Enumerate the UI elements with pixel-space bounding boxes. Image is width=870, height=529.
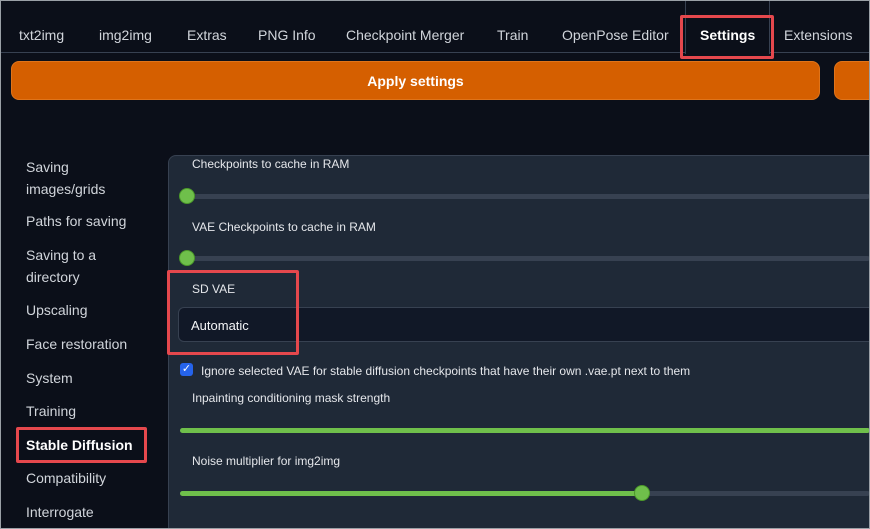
tab-png-info[interactable]: PNG Info: [258, 0, 316, 53]
tab-bar: txt2img img2img Extras PNG Info Checkpoi…: [0, 0, 870, 54]
tab-img2img[interactable]: img2img: [99, 0, 152, 53]
sidebar-item-compatibility[interactable]: Compatibility: [26, 467, 106, 489]
sidebar-item-training[interactable]: Training: [26, 400, 76, 422]
tab-extras[interactable]: Extras: [187, 0, 227, 53]
slider-thumb[interactable]: [635, 486, 649, 500]
sd-vae-dropdown[interactable]: Automatic: [178, 307, 870, 342]
tab-settings[interactable]: Settings: [685, 0, 771, 54]
slider-thumb[interactable]: [180, 251, 194, 265]
vae-checkpoints-cache-label: VAE Checkpoints to cache in RAM: [192, 220, 376, 234]
sd-vae-value: Automatic: [191, 318, 249, 333]
ignore-vae-checkbox[interactable]: ✓: [180, 363, 193, 376]
tab-txt2img[interactable]: txt2img: [19, 0, 64, 53]
ignore-vae-label: Ignore selected VAE for stable diffusion…: [201, 364, 691, 378]
sidebar-item-paths-for-saving[interactable]: Paths for saving: [26, 210, 126, 232]
reload-ui-button[interactable]: [834, 61, 870, 100]
sidebar-item-stable-diffusion[interactable]: Stable Diffusion: [26, 434, 133, 456]
checkpoints-cache-label: Checkpoints to cache in RAM: [192, 157, 350, 171]
sidebar-item-system[interactable]: System: [26, 367, 73, 389]
sidebar-item-saving-to-a-directory[interactable]: Saving to a directory: [26, 244, 96, 288]
apply-settings-button[interactable]: Apply settings: [11, 61, 820, 100]
noise-multiplier-slider[interactable]: [180, 486, 870, 500]
checkpoints-cache-slider[interactable]: [180, 189, 870, 203]
sidebar-item-saving-images-grids[interactable]: Saving images/grids: [26, 156, 105, 200]
vae-checkpoints-cache-slider[interactable]: [180, 251, 870, 265]
slider-thumb[interactable]: [180, 189, 194, 203]
tab-extensions[interactable]: Extensions: [784, 0, 852, 53]
sidebar-item-upscaling[interactable]: Upscaling: [26, 299, 87, 321]
tab-checkpoint-merger[interactable]: Checkpoint Merger: [346, 0, 464, 53]
inpainting-mask-strength-label: Inpainting conditioning mask strength: [192, 391, 391, 405]
noise-multiplier-label: Noise multiplier for img2img: [192, 454, 341, 468]
tab-openpose-editor[interactable]: OpenPose Editor: [562, 0, 669, 53]
tab-train[interactable]: Train: [497, 0, 528, 53]
sidebar-item-interrogate[interactable]: Interrogate: [26, 501, 94, 523]
sd-vae-label: SD VAE: [192, 282, 236, 296]
sidebar-item-face-restoration[interactable]: Face restoration: [26, 333, 127, 355]
inpainting-mask-strength-slider[interactable]: [180, 428, 870, 433]
settings-panel: [168, 155, 870, 529]
